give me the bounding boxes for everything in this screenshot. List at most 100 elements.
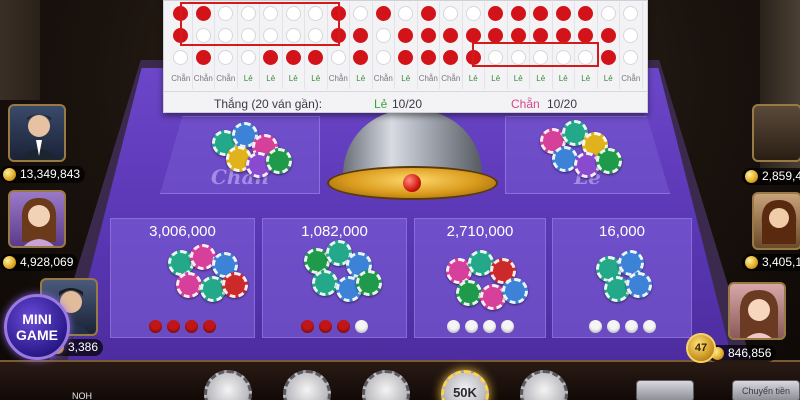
player-coins: 3,405,1 <box>742 254 800 271</box>
result-dot <box>203 320 216 333</box>
red-dot-icon <box>398 27 414 43</box>
history-label: Lẻ <box>283 69 305 89</box>
history-cell <box>170 46 193 68</box>
white-dot-icon <box>173 49 189 65</box>
player-coins-value: 13,349,843 <box>20 167 81 181</box>
history-cell <box>328 46 350 68</box>
history-label: Lẻ <box>485 69 508 89</box>
history-label: Chẵn <box>440 69 463 89</box>
bet-box-3[interactable]: 2,710,000 <box>414 218 546 338</box>
result-dot <box>588 320 602 333</box>
coin-icon <box>745 256 758 269</box>
bell-gem <box>403 174 421 192</box>
history-cell <box>530 2 553 24</box>
history-cell <box>395 46 418 68</box>
result-dot <box>337 320 350 333</box>
history-cell <box>350 46 373 68</box>
history-summary: Thắng (20 ván gần): Lẻ 10/20 Chẵn 10/20 <box>164 91 647 114</box>
result-dot <box>642 320 656 333</box>
history-label: Lẻ <box>508 69 530 89</box>
history-cell <box>485 2 508 24</box>
chip <box>626 272 652 298</box>
avatar <box>752 192 800 250</box>
history-cell <box>395 2 418 24</box>
white-dot-icon <box>465 5 481 21</box>
result-dot <box>606 320 620 333</box>
result-dot <box>446 320 460 333</box>
highlight-box <box>180 2 340 46</box>
summary-le-value: 10/20 <box>392 97 423 111</box>
summary-title: Thắng (20 ván gần): <box>214 97 323 111</box>
red-dot-icon <box>263 49 279 65</box>
history-label: Lẻ <box>305 69 328 89</box>
history-cell <box>283 46 305 68</box>
history-cell <box>418 24 440 46</box>
white-dot-icon <box>218 49 234 65</box>
white-dot-icon <box>240 49 256 65</box>
woman-avatar-icon <box>739 290 779 338</box>
history-cell <box>598 24 620 46</box>
history-cell <box>620 24 643 46</box>
left-wall <box>0 0 40 100</box>
history-cell <box>305 46 328 68</box>
mini-game-button[interactable]: MINI GAME <box>4 294 70 360</box>
chip <box>356 270 382 296</box>
red-dot-icon <box>578 5 594 21</box>
coin-icon <box>3 168 16 181</box>
red-dot-icon <box>578 27 594 43</box>
level-badge: 47 <box>686 333 716 363</box>
highlight-box <box>472 42 599 67</box>
result-dot <box>301 320 314 333</box>
red-dot-icon <box>443 49 459 65</box>
red-dot-icon <box>600 49 616 65</box>
player-coins: 846,856 <box>708 345 777 362</box>
result-dot <box>355 320 368 333</box>
result-dot <box>149 320 162 333</box>
player-coins: 2,859,4 <box>742 168 800 185</box>
history-label: Lẻ <box>395 69 418 89</box>
summary-chan-value: 10/20 <box>547 97 578 111</box>
history-label: Lẻ <box>575 69 598 89</box>
avatar <box>752 104 800 162</box>
white-dot-icon <box>623 27 639 43</box>
history-label: Chẵn <box>418 69 440 89</box>
bet-dots <box>415 320 545 333</box>
red-dot-icon <box>420 49 436 65</box>
red-dot-icon <box>353 49 369 65</box>
history-cell <box>373 46 395 68</box>
history-label: Chẵn <box>193 69 215 89</box>
summary-chan-label: Chẵn <box>511 97 540 111</box>
history-cell <box>463 2 485 24</box>
white-dot-icon <box>443 5 459 21</box>
history-cell <box>350 24 373 46</box>
bet-dots <box>553 320 691 333</box>
bottom-button-left[interactable] <box>636 380 694 400</box>
history-cell <box>238 46 260 68</box>
history-cell <box>620 46 643 68</box>
bet-amount: 1,082,000 <box>301 223 368 240</box>
history-cell <box>373 2 395 24</box>
red-dot-icon <box>555 5 571 21</box>
red-dot-icon <box>285 49 301 65</box>
history-cell <box>260 46 283 68</box>
white-dot-icon <box>375 27 391 43</box>
history-cell <box>553 2 575 24</box>
history-cell <box>598 2 620 24</box>
red-dot-icon <box>533 5 549 21</box>
red-dot-icon <box>510 27 526 43</box>
history-label: Lẻ <box>350 69 373 89</box>
result-dot <box>464 320 478 333</box>
result-dot <box>482 320 496 333</box>
red-dot-icon <box>510 5 526 21</box>
history-cell <box>395 24 418 46</box>
result-dot <box>167 320 180 333</box>
bet-dots <box>111 320 254 333</box>
dealer-bell <box>325 110 500 202</box>
history-label: Lẻ <box>238 69 260 89</box>
white-dot-icon <box>353 5 369 21</box>
transfer-button[interactable]: Chuyển tiền <box>732 380 800 400</box>
avatar <box>728 282 786 340</box>
player-coins-value: 4,928,069 <box>20 255 74 269</box>
white-dot-icon <box>375 49 391 65</box>
history-cell <box>215 46 238 68</box>
